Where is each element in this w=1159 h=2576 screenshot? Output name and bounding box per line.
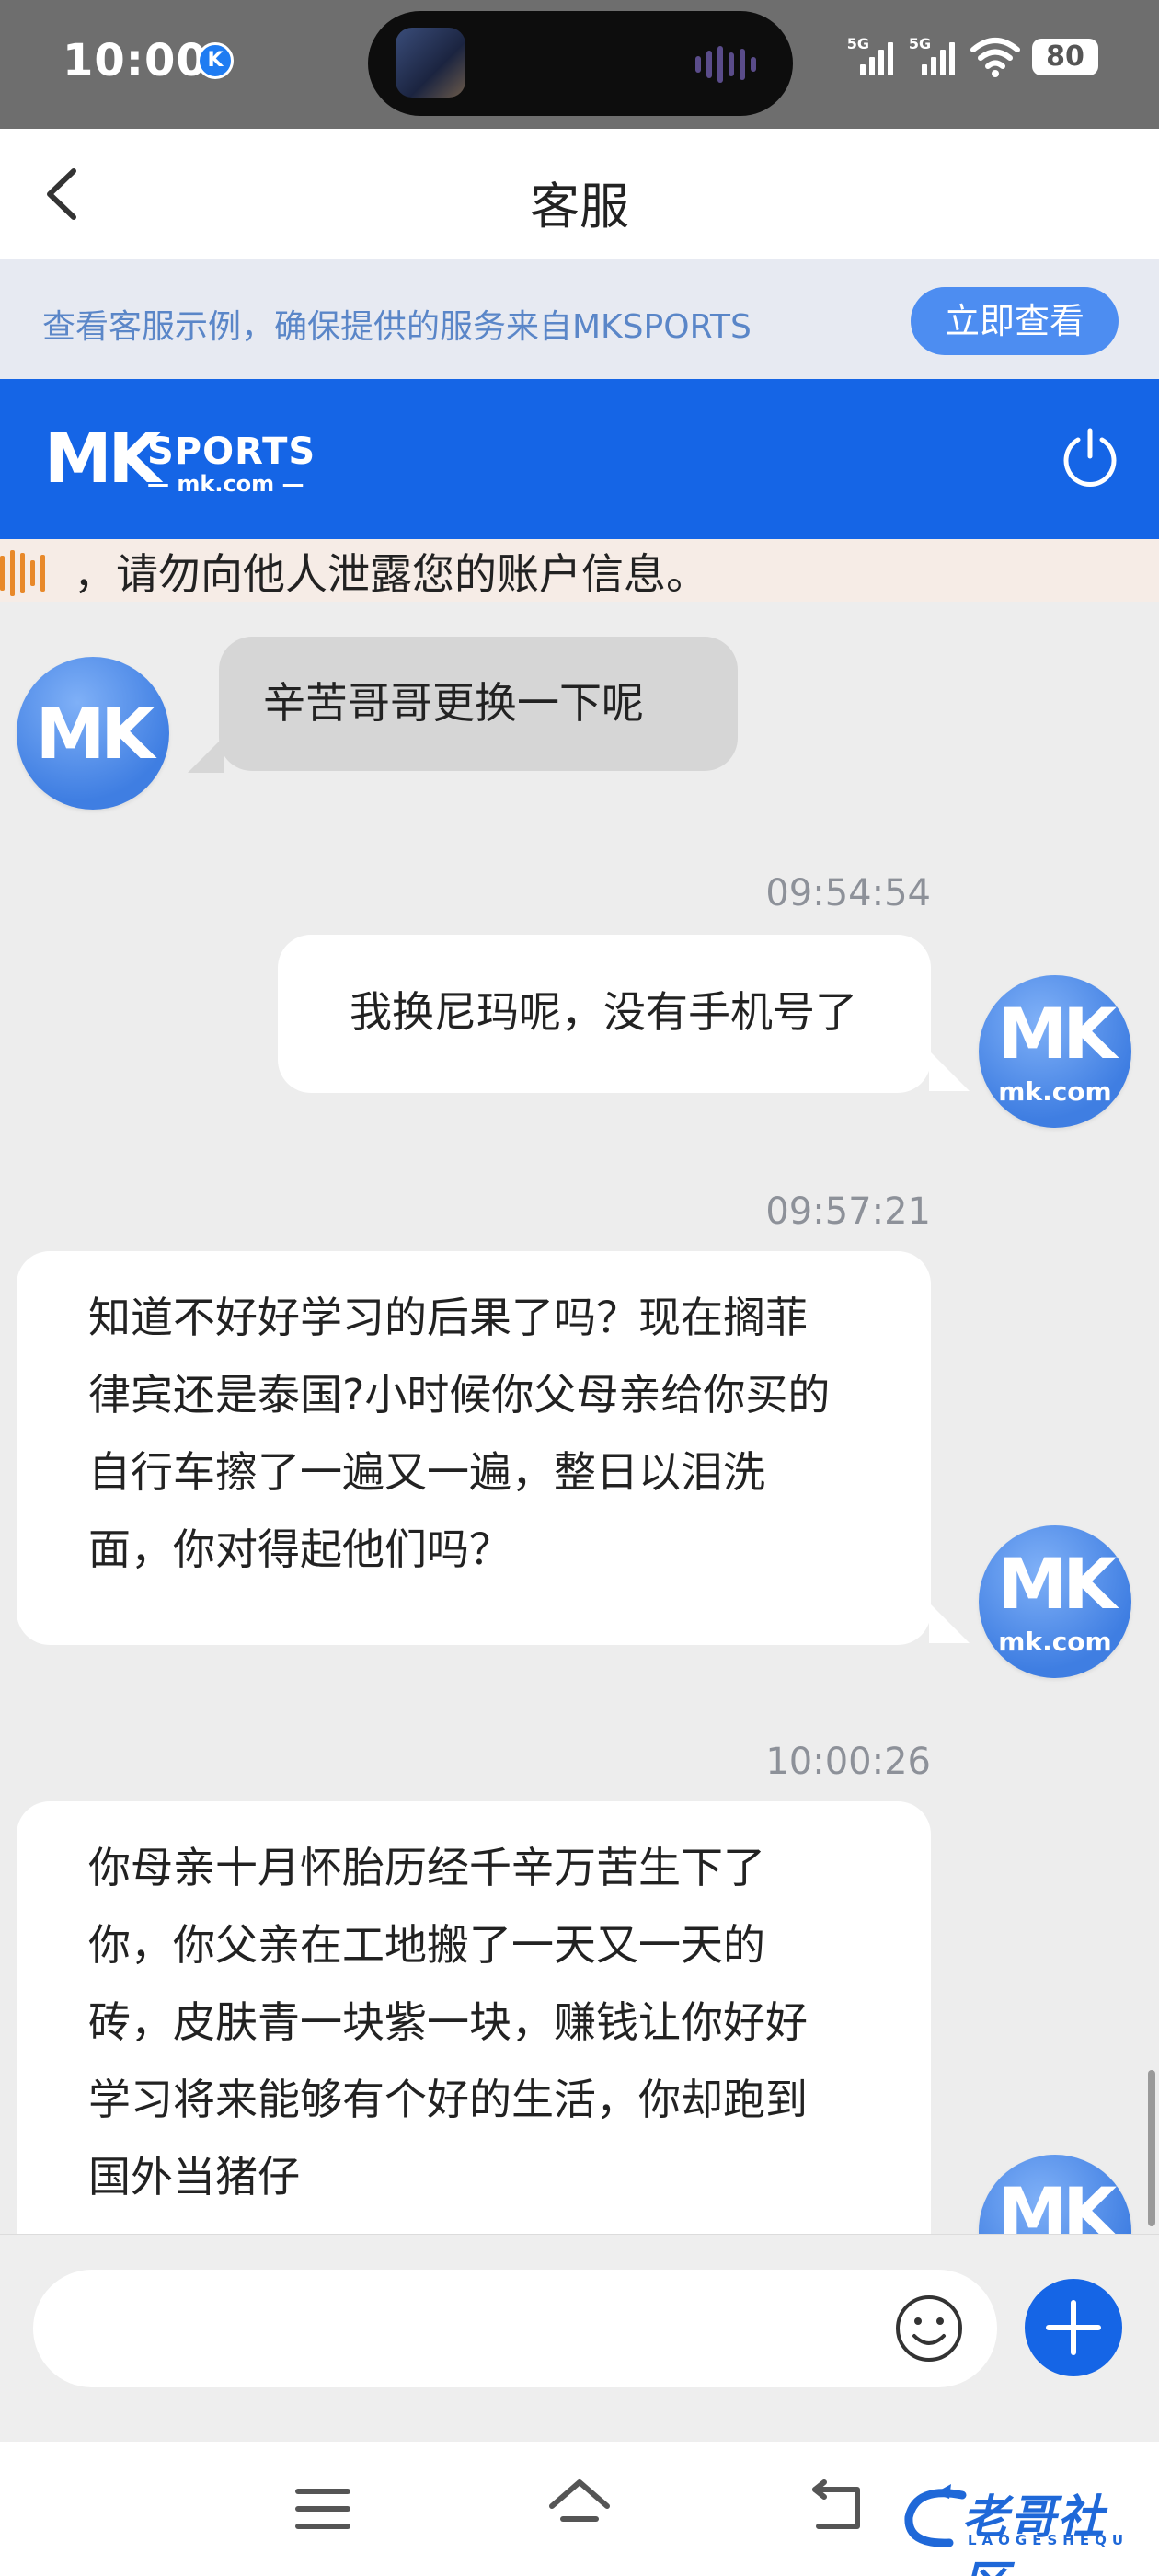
message-timestamp: 09:54:54 [765, 872, 931, 914]
notice-banner: 查看客服示例，确保提供的服务来自MKSPORTS 立即查看 [0, 259, 1159, 379]
message-timestamp: 09:57:21 [765, 1190, 931, 1233]
signal-2-icon: 5G [909, 35, 960, 79]
message-text: 辛苦哥哥更换一下呢 [263, 678, 644, 728]
security-ticker: ，请勿向他人泄露您的账户信息。 [0, 539, 1159, 602]
message-timestamp: 10:00:26 [765, 1741, 931, 1783]
mk-avatar[interactable]: MK [979, 2155, 1131, 2234]
status-time: 10:00 [63, 35, 208, 86]
bubble-tail [929, 1603, 970, 1643]
watermark-logo: 老哥社区 LAOGESHEQU [898, 2475, 1146, 2576]
brand-header: MK SPORTS — mk.com — [0, 379, 1159, 539]
audio-wave-icon [695, 46, 762, 83]
emoji-icon[interactable] [894, 2294, 964, 2363]
power-icon[interactable] [1058, 425, 1122, 489]
k-app-badge-icon: K [197, 42, 234, 79]
mk-avatar[interactable]: MK mk.com [979, 1525, 1131, 1678]
message-bubble[interactable]: 你母亲十月怀胎历经千辛万苦生下了 你，你父亲在工地搬了一天又一天的 砖，皮肤青一… [17, 1801, 931, 2234]
message-line: 你母亲十月怀胎历经千辛万苦生下了 [88, 1843, 765, 1892]
bubble-tail [929, 1051, 970, 1091]
mk-avatar[interactable]: MK mk.com [979, 975, 1131, 1128]
message-line: 律宾还是泰国?小时候你父母亲给你买的 [88, 1370, 831, 1420]
home-icon[interactable] [546, 2473, 613, 2539]
message-bubble[interactable]: 辛苦哥哥更换一下呢 [219, 637, 738, 771]
status-icons: 5G 5G 80 [847, 35, 1098, 86]
battery-indicator: 80 [1032, 39, 1098, 75]
menu-icon[interactable] [293, 2478, 353, 2539]
message-line: 你，你父亲在工地搬了一天又一天的 [88, 1920, 765, 1970]
audio-bars-icon [0, 550, 51, 596]
message-line: 知道不好好学习的后果了吗？现在搁菲 [88, 1293, 808, 1342]
message-line: 国外当猪仔 [88, 2152, 300, 2202]
status-bar: 10:00 K 5G 5G 80 [0, 0, 1159, 129]
message-bubble[interactable]: 我换尼玛呢，没有手机号了 [278, 935, 931, 1093]
nav-bar: 客服 [0, 129, 1159, 259]
back-nav-icon[interactable] [806, 2477, 866, 2537]
agent-avatar[interactable]: MK [17, 657, 169, 810]
dragon-icon [904, 2484, 967, 2547]
page-title: 客服 [530, 178, 629, 236]
message-line: 面，你对得起他们吗？ [88, 1524, 511, 1574]
notice-text: 查看客服示例，确保提供的服务来自MKSPORTS [42, 308, 752, 346]
system-nav-bar: 老哥社区 LAOGESHEQU [0, 2442, 1159, 2576]
ticker-text: ，请勿向他人泄露您的账户信息。 [74, 549, 708, 599]
chat-scrollbar[interactable] [1148, 2070, 1155, 2226]
message-line: 学习将来能够有个好的生活，你却跑到 [88, 2075, 808, 2124]
signal-1-icon: 5G [847, 35, 899, 79]
dynamic-island[interactable] [368, 11, 793, 116]
message-text: 我换尼玛呢，没有手机号了 [350, 987, 857, 1037]
chat-area[interactable]: ，请勿向他人泄露您的账户信息。 MK 辛苦哥哥更换一下呢 09:54:54 我换… [0, 539, 1159, 2234]
message-line: 砖，皮肤青一块紫一块，赚钱让你好好 [88, 1997, 808, 2047]
message-bubble[interactable]: 知道不好好学习的后果了吗？现在搁菲 律宾还是泰国?小时候你父母亲给你买的 自行车… [17, 1251, 931, 1645]
media-thumbnail [396, 28, 465, 98]
input-bar [0, 2234, 1159, 2442]
view-now-button[interactable]: 立即查看 [911, 287, 1119, 355]
add-button[interactable] [1025, 2279, 1122, 2376]
message-input[interactable] [33, 2270, 997, 2387]
message-line: 自行车擦了一遍又一遍，整日以泪洗 [88, 1447, 765, 1497]
wifi-icon [970, 38, 1020, 77]
